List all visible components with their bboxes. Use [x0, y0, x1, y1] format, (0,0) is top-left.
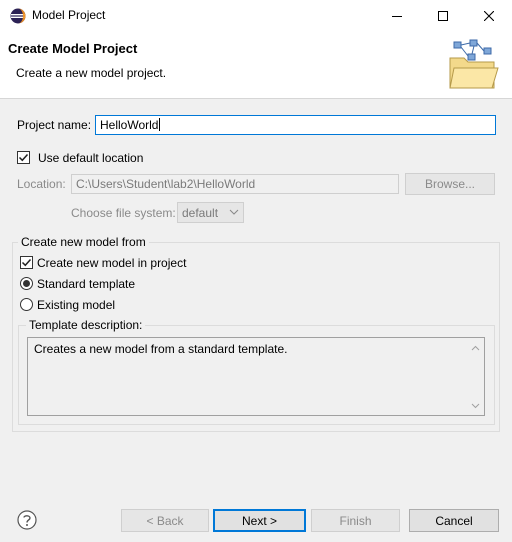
folder-diagram-icon: [444, 38, 500, 92]
wizard-subtitle: Create a new model project.: [16, 66, 167, 80]
use-default-location-checkbox[interactable]: [17, 151, 30, 164]
text-caret: [159, 118, 161, 131]
checkmark-icon: [21, 258, 32, 267]
help-icon[interactable]: [17, 510, 37, 530]
standard-template-radio[interactable]: [20, 277, 33, 290]
browse-button[interactable]: Browse...: [405, 173, 495, 195]
create-in-project-checkbox[interactable]: [20, 256, 33, 269]
existing-model-label: Existing model: [37, 298, 116, 312]
finish-button[interactable]: Finish: [311, 509, 400, 532]
checkmark-icon: [18, 153, 29, 162]
create-model-group-title: Create new model from: [18, 235, 149, 249]
template-description-title: Template description:: [26, 318, 146, 332]
project-name-label: Project name:: [17, 118, 92, 132]
maximize-icon: [438, 11, 448, 21]
file-system-label: Choose file system:: [71, 206, 176, 220]
window-title: Model Project: [32, 8, 106, 22]
description-scrollbar[interactable]: [468, 339, 483, 414]
scroll-down-icon[interactable]: [471, 403, 480, 409]
scroll-up-icon[interactable]: [471, 345, 480, 351]
project-name-value: HelloWorld: [100, 118, 159, 132]
template-description-text[interactable]: Creates a new model from a standard temp…: [27, 337, 485, 416]
standard-template-label: Standard template: [37, 277, 136, 291]
maximize-button[interactable]: [420, 0, 466, 32]
use-default-location-label: Use default location: [38, 151, 144, 165]
minimize-icon: [392, 16, 402, 17]
project-name-input[interactable]: HelloWorld: [95, 115, 496, 135]
wizard-title: Create Model Project: [8, 41, 138, 56]
close-button[interactable]: [466, 0, 512, 32]
create-in-project-label: Create new model in project: [37, 256, 187, 270]
minimize-button[interactable]: [374, 0, 420, 32]
file-system-value: default: [182, 205, 219, 220]
cancel-button[interactable]: Cancel: [409, 509, 499, 532]
file-system-select[interactable]: default: [177, 202, 244, 223]
next-button[interactable]: Next >: [213, 509, 306, 532]
template-description-value: Creates a new model from a standard temp…: [34, 342, 288, 356]
location-label: Location:: [17, 177, 66, 191]
chevron-down-icon: [229, 209, 239, 215]
location-input[interactable]: C:\Users\Student\lab2\HelloWorld: [71, 174, 399, 194]
existing-model-radio[interactable]: [20, 298, 33, 311]
eclipse-icon: [10, 8, 26, 24]
back-button[interactable]: < Back: [121, 509, 209, 532]
close-icon: [484, 11, 494, 21]
